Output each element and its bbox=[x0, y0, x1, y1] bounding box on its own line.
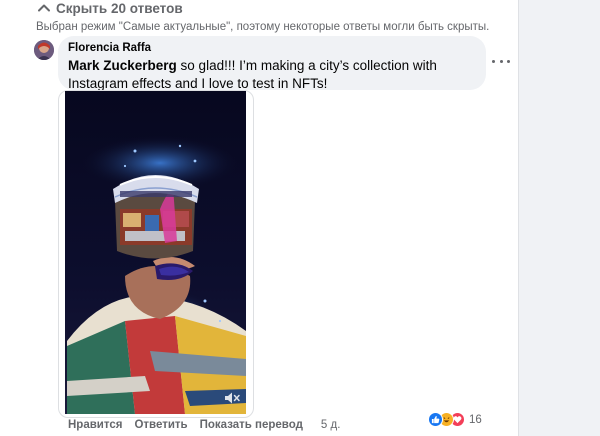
translate-link[interactable]: Показать перевод bbox=[200, 419, 303, 431]
more-dot bbox=[499, 59, 503, 63]
like-link[interactable]: Нравится bbox=[68, 419, 122, 431]
reaction-count: 16 bbox=[469, 413, 482, 426]
like-reaction-icon bbox=[428, 412, 443, 427]
comment-author[interactable]: Florencia Raffa bbox=[68, 41, 476, 55]
comment-bubble: Florencia Raffa Mark Zuckerberg so glad!… bbox=[58, 36, 486, 93]
reply-link[interactable]: Ответить bbox=[134, 419, 187, 431]
comment-actions: Нравится Ответить Показать перевод 5 д. bbox=[68, 419, 340, 431]
muted-speaker-icon[interactable] bbox=[222, 388, 242, 408]
more-dot bbox=[492, 59, 495, 63]
video-preview[interactable] bbox=[65, 91, 246, 414]
comment-timestamp[interactable]: 5 д. bbox=[321, 419, 341, 431]
reactions-summary[interactable]: 16 bbox=[428, 411, 486, 428]
mention-link[interactable]: Mark Zuckerberg bbox=[68, 58, 177, 73]
chevron-up-icon bbox=[38, 4, 50, 12]
avatar[interactable] bbox=[34, 40, 54, 60]
filter-notice: Выбран режим "Самые актуальные", поэтому… bbox=[36, 21, 490, 33]
more-dot bbox=[507, 59, 510, 63]
comment-text: Mark Zuckerberg so glad!!! I’m making a … bbox=[68, 57, 476, 93]
hide-replies-toggle[interactable]: Скрыть 20 ответов bbox=[36, 0, 183, 16]
right-sidebar bbox=[518, 0, 600, 436]
more-options-button[interactable] bbox=[492, 56, 510, 66]
hide-replies-label: Скрыть 20 ответов bbox=[56, 0, 183, 16]
